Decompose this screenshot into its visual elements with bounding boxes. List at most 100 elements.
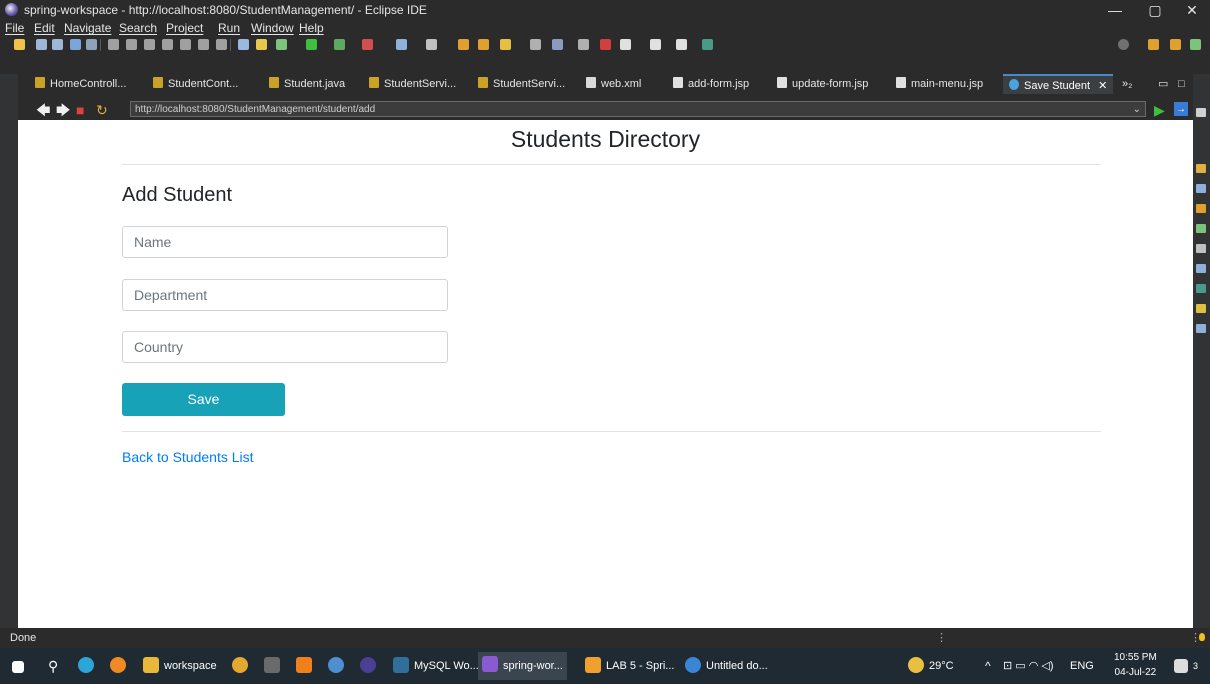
- clock[interactable]: 10:55 PM 04-Jul-22: [1114, 650, 1157, 678]
- save-icon[interactable]: [36, 39, 47, 50]
- start-icon[interactable]: [12, 656, 29, 676]
- tab-update-form-jsp[interactable]: update-form.jsp: [777, 74, 868, 94]
- outline-icon[interactable]: [1196, 108, 1206, 117]
- mark-occurrences-icon[interactable]: [500, 39, 511, 50]
- step-into-icon[interactable]: [180, 39, 191, 50]
- new-class-icon[interactable]: [426, 39, 437, 50]
- properties-icon[interactable]: [1196, 184, 1206, 193]
- close-tab-icon[interactable]: ✕: [1098, 80, 1107, 92]
- external-tools-icon[interactable]: [362, 39, 373, 50]
- weather-widget[interactable]: 29°C: [908, 656, 954, 676]
- tip-bulb-icon[interactable]: [1199, 633, 1205, 641]
- tab-home-controller[interactable]: HomeControll...: [35, 74, 126, 94]
- taskbar-app-lab5[interactable]: LAB 5 - Spri...: [585, 656, 674, 676]
- tab-student-java[interactable]: Student.java: [269, 74, 345, 94]
- taskbar-app-untitled[interactable]: Untitled do...: [685, 656, 768, 676]
- terminate-icon[interactable]: [144, 39, 155, 50]
- tab-student-service[interactable]: StudentServi...: [369, 74, 456, 94]
- markers-icon[interactable]: [1196, 164, 1206, 173]
- menu-help[interactable]: Help: [299, 21, 324, 35]
- step-over-icon[interactable]: [198, 39, 209, 50]
- resume-icon[interactable]: [108, 39, 119, 50]
- progress-icon[interactable]: [1196, 284, 1206, 293]
- tab-main-menu-jsp[interactable]: main-menu.jsp: [896, 74, 983, 94]
- firefox-icon[interactable]: [110, 656, 131, 676]
- terminal-icon[interactable]: [70, 39, 81, 50]
- toggle-ant-icon[interactable]: [256, 39, 267, 50]
- country-field[interactable]: Country: [122, 331, 448, 363]
- department-field[interactable]: Department: [122, 279, 448, 311]
- maximize-button[interactable]: ▢: [1135, 0, 1175, 20]
- open-perspective-icon[interactable]: [1148, 39, 1159, 50]
- go-icon[interactable]: ▶: [1154, 102, 1165, 118]
- save-button[interactable]: Save: [122, 383, 285, 416]
- tab-overflow[interactable]: »₂: [1122, 74, 1132, 94]
- open-task-icon[interactable]: [238, 39, 249, 50]
- name-field[interactable]: Name: [122, 226, 448, 258]
- edge-icon[interactable]: [78, 656, 99, 676]
- qbittorrent-icon[interactable]: [328, 656, 349, 676]
- data-source-icon[interactable]: [1196, 224, 1206, 233]
- maximize-editor-icon[interactable]: □: [1178, 74, 1185, 94]
- save-all-icon[interactable]: [52, 39, 63, 50]
- menu-search[interactable]: Search: [119, 21, 157, 35]
- menu-navigate[interactable]: Navigate: [64, 21, 111, 35]
- back-nav-icon[interactable]: [600, 39, 611, 50]
- tab-student-service-impl[interactable]: StudentServi...: [478, 74, 565, 94]
- suspend-icon[interactable]: [126, 39, 137, 50]
- media-icon[interactable]: [264, 656, 285, 676]
- search-tool-icon[interactable]: [530, 39, 541, 50]
- chevron-up-icon[interactable]: ^: [985, 656, 991, 676]
- chrome-icon[interactable]: [232, 656, 253, 676]
- language-indicator[interactable]: ENG: [1070, 656, 1094, 676]
- debug-perspective-icon[interactable]: [1190, 39, 1201, 50]
- notifications-button[interactable]: 3: [1174, 656, 1198, 676]
- minimize-button[interactable]: —: [1095, 0, 1135, 20]
- menu-edit[interactable]: Edit: [34, 21, 55, 35]
- search-view-icon[interactable]: [1196, 304, 1206, 313]
- taskbar-app-workspace[interactable]: workspace: [143, 656, 217, 676]
- search-icon[interactable]: [1118, 39, 1129, 50]
- open-type-icon[interactable]: [458, 39, 469, 50]
- tab-save-student[interactable]: Save Student ✕: [1003, 74, 1114, 94]
- forward-arrow-icon[interactable]: 🡆: [56, 102, 70, 118]
- new-icon[interactable]: [14, 39, 25, 50]
- close-button[interactable]: ✕: [1172, 0, 1210, 20]
- back-to-list-link[interactable]: Back to Students List: [122, 449, 254, 465]
- taskbar-app-spring[interactable]: spring-wor...: [478, 652, 567, 680]
- vlc-icon[interactable]: [296, 656, 317, 676]
- stop-icon[interactable]: ■: [76, 102, 84, 118]
- back-history-icon[interactable]: [650, 39, 661, 50]
- chevron-down-icon[interactable]: ⌄: [1133, 102, 1141, 118]
- eclipse-taskbar-icon[interactable]: [360, 656, 381, 676]
- url-field[interactable]: http://localhost:8080/StudentManagement/…: [130, 101, 1146, 117]
- refresh-icon[interactable]: ↻: [96, 102, 108, 118]
- last-edit-icon[interactable]: [578, 39, 589, 50]
- back-arrow-icon[interactable]: 🡄: [36, 102, 50, 118]
- coverage-icon[interactable]: [334, 39, 345, 50]
- snippets-icon[interactable]: [1196, 244, 1206, 253]
- taskbar-app-mysql[interactable]: MySQL Wo...: [393, 656, 479, 676]
- tray-icons[interactable]: ⊡ ▭ ◠ ◁): [1003, 656, 1054, 676]
- run-icon[interactable]: [306, 39, 317, 50]
- minimize-editor-icon[interactable]: ▭: [1158, 74, 1168, 94]
- search-icon[interactable]: ⚲: [48, 656, 58, 676]
- skip-breakpoints-icon[interactable]: [86, 39, 97, 50]
- pin-editor-icon[interactable]: [702, 39, 713, 50]
- tab-web-xml[interactable]: web.xml: [586, 74, 641, 94]
- forward-nav-icon[interactable]: [620, 39, 631, 50]
- console-icon[interactable]: [1196, 264, 1206, 273]
- menu-file[interactable]: File: [5, 21, 24, 35]
- open-resource-icon[interactable]: [478, 39, 489, 50]
- menu-project[interactable]: Project: [166, 21, 203, 35]
- new-java-project-icon[interactable]: [396, 39, 407, 50]
- tab-student-controller[interactable]: StudentCont...: [153, 74, 238, 94]
- java-ee-perspective-icon[interactable]: [1170, 39, 1181, 50]
- menu-window[interactable]: Window: [251, 21, 294, 35]
- annotation-next-icon[interactable]: [552, 39, 563, 50]
- step-return-icon[interactable]: [216, 39, 227, 50]
- open-external-icon[interactable]: →: [1174, 102, 1188, 116]
- forward-history-icon[interactable]: [676, 39, 687, 50]
- servers-icon[interactable]: [1196, 204, 1206, 213]
- menu-run[interactable]: Run: [218, 21, 240, 35]
